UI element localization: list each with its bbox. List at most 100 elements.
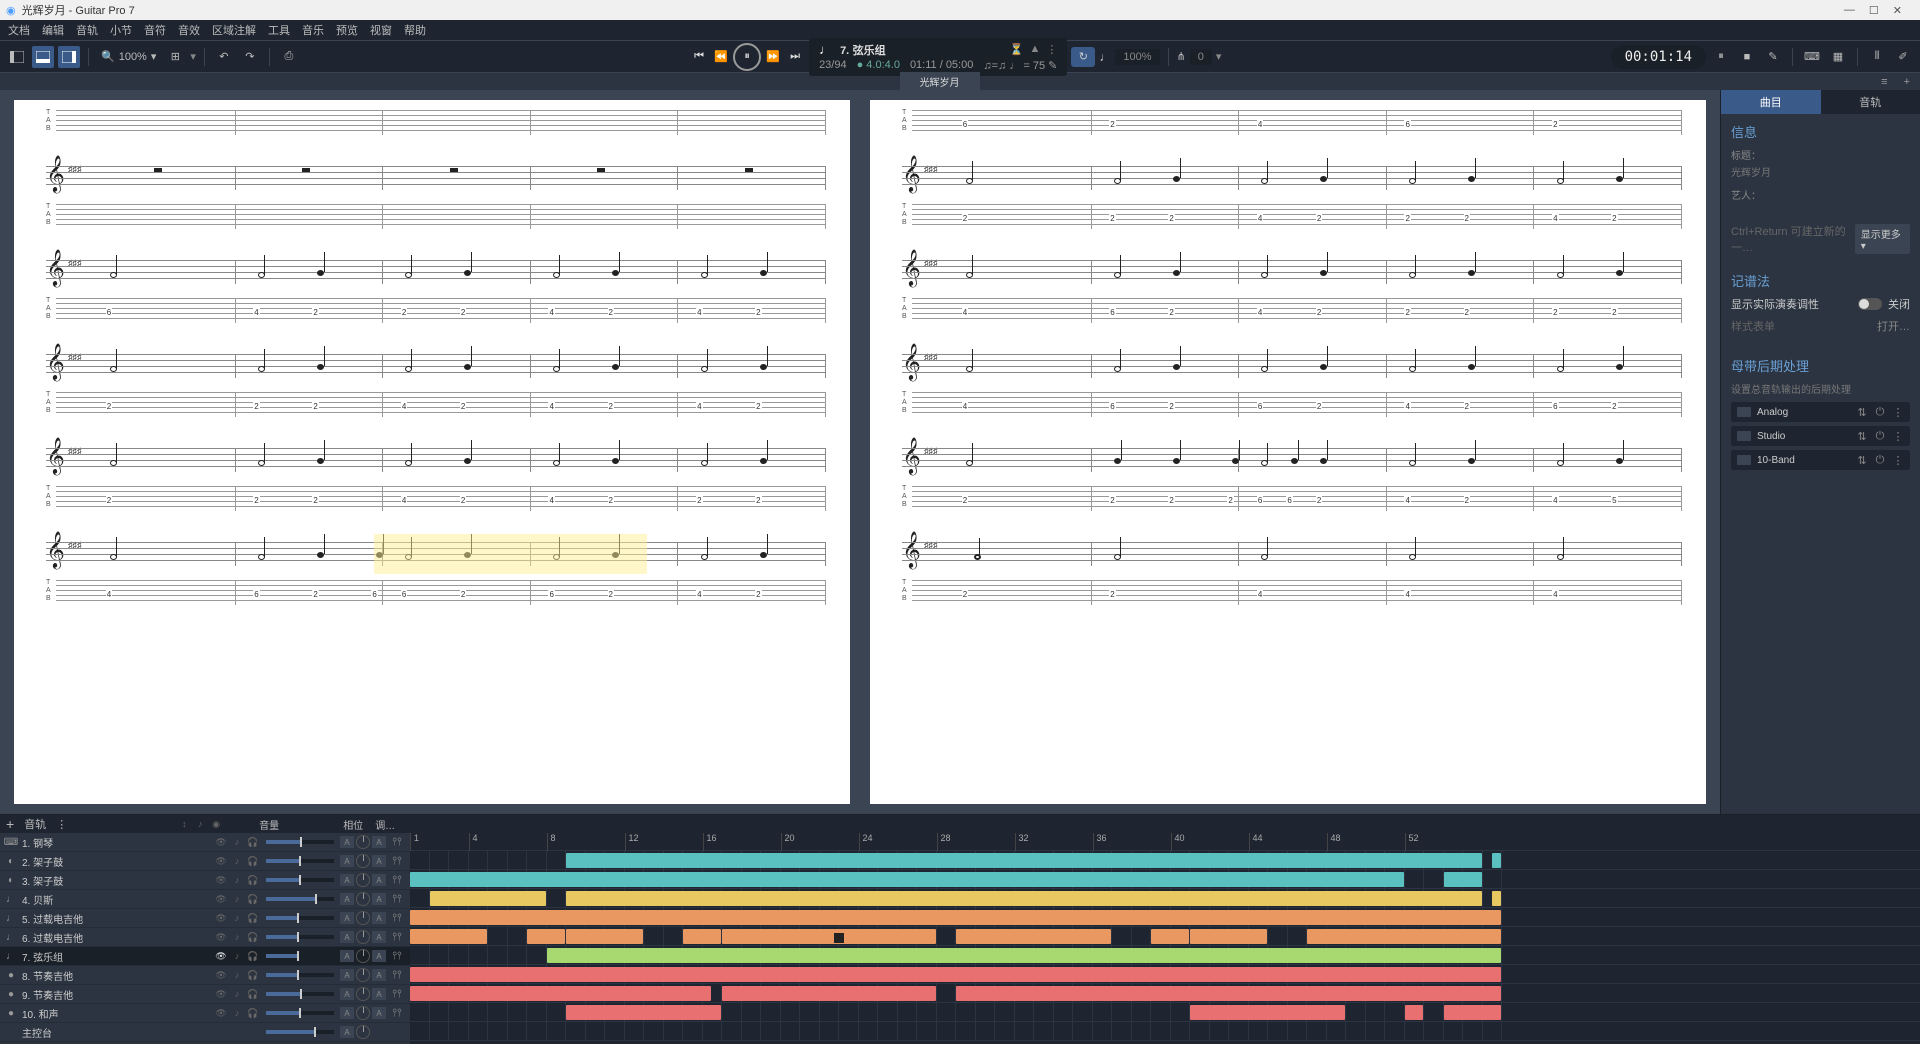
- menu-帮助[interactable]: 帮助: [404, 22, 426, 38]
- tab-fret-number[interactable]: 4: [401, 402, 407, 411]
- automation-button[interactable]: A: [372, 893, 386, 905]
- maximize-button[interactable]: ☐: [1869, 4, 1879, 17]
- volume-slider[interactable]: [266, 1011, 334, 1015]
- tab-fret-number[interactable]: 4: [1257, 214, 1263, 223]
- tab-fret-number[interactable]: 2: [460, 308, 466, 317]
- timeline-row[interactable]: [410, 889, 1920, 908]
- tuning-fork-icon[interactable]: ⋔: [1177, 50, 1186, 63]
- track-row[interactable]: ♩4. 贝斯👁♪🎧AA⫯⫯: [0, 890, 410, 909]
- collapse-icon[interactable]: ↕: [177, 817, 191, 831]
- automation-button[interactable]: A: [372, 931, 386, 943]
- tab-fret-number[interactable]: 2: [1611, 402, 1617, 411]
- tab-fret-number[interactable]: 2: [962, 590, 968, 599]
- playhead-marker[interactable]: [834, 933, 844, 943]
- clip[interactable]: [1444, 1005, 1502, 1020]
- tab-fret-number[interactable]: 2: [608, 402, 614, 411]
- tab-fret-number[interactable]: 2: [1168, 214, 1174, 223]
- menu-编辑[interactable]: 编辑: [42, 22, 64, 38]
- pan-knob[interactable]: [356, 835, 370, 849]
- tab-fret-number[interactable]: 2: [1168, 308, 1174, 317]
- tab-fret-number[interactable]: 2: [755, 402, 761, 411]
- timeline-row[interactable]: [410, 984, 1920, 1003]
- visibility-icon[interactable]: 👁: [214, 968, 228, 982]
- track-row[interactable]: ⌨1. 钢琴👁♪🎧AA⫯⫯: [0, 833, 410, 852]
- automation-button[interactable]: A: [372, 855, 386, 867]
- tab-fret-number[interactable]: 2: [1168, 496, 1174, 505]
- tab-fret-number[interactable]: 4: [1552, 496, 1558, 505]
- track-menu-button[interactable]: ⋮: [56, 818, 67, 831]
- tab-fret-number[interactable]: 2: [755, 308, 761, 317]
- mixer-icon[interactable]: ⫴: [1866, 46, 1888, 68]
- tab-fret-number[interactable]: 2: [1464, 214, 1470, 223]
- tab-fret-number[interactable]: 6: [106, 308, 112, 317]
- visibility-icon[interactable]: 👁: [214, 854, 228, 868]
- automation-button[interactable]: A: [372, 836, 386, 848]
- tab-fret-number[interactable]: 2: [962, 496, 968, 505]
- clip[interactable]: [410, 986, 711, 1001]
- clip[interactable]: [956, 986, 1501, 1001]
- add-track-button[interactable]: +: [6, 816, 14, 832]
- tab-fret-number[interactable]: 2: [312, 590, 318, 599]
- play-pause-button[interactable]: ⏸: [733, 43, 761, 71]
- clip[interactable]: [1190, 929, 1267, 944]
- tab-fret-number[interactable]: 6: [1257, 402, 1263, 411]
- eq-button[interactable]: ⫯⫯: [388, 836, 406, 848]
- tab-fret-number[interactable]: 2: [106, 496, 112, 505]
- more-icon[interactable]: ⋮: [1046, 43, 1057, 56]
- tab-fret-number[interactable]: 2: [608, 590, 614, 599]
- pan-knob[interactable]: [356, 911, 370, 925]
- solo-icon[interactable]: 🎧: [246, 911, 260, 925]
- clip[interactable]: [1151, 929, 1189, 944]
- panel-toggle-right[interactable]: [58, 46, 80, 68]
- automation-button[interactable]: A: [372, 1007, 386, 1019]
- tab-fret-number[interactable]: 2: [1109, 496, 1115, 505]
- add-tab-button[interactable]: +: [1898, 76, 1916, 88]
- clip[interactable]: [527, 929, 565, 944]
- eq-button[interactable]: ⫯⫯: [388, 1007, 406, 1019]
- tab-fret-number[interactable]: 2: [1464, 308, 1470, 317]
- title-value[interactable]: 光辉岁月: [1731, 164, 1910, 179]
- clip[interactable]: [410, 929, 487, 944]
- tab-fret-number[interactable]: 4: [1257, 308, 1263, 317]
- menu-音乐[interactable]: 音乐: [302, 22, 324, 38]
- solo-icon[interactable]: 🎧: [246, 873, 260, 887]
- show-tuning-toggle[interactable]: [1858, 298, 1882, 310]
- timeline-row[interactable]: [410, 851, 1920, 870]
- tab-fret-number[interactable]: 2: [312, 496, 318, 505]
- tab-fret-number[interactable]: 2: [755, 590, 761, 599]
- fx-power-icon[interactable]: ⏻: [1874, 406, 1886, 418]
- tab-fret-number[interactable]: 2: [755, 496, 761, 505]
- fx-updown-icon[interactable]: ⇅: [1856, 430, 1868, 442]
- mute-icon[interactable]: ♪: [230, 892, 244, 906]
- automation-button[interactable]: A: [372, 912, 386, 924]
- track-row[interactable]: ♩6. 过载电吉他👁♪🎧AA⫯⫯: [0, 928, 410, 947]
- fx-updown-icon[interactable]: ⇅: [1856, 454, 1868, 466]
- eq-button[interactable]: ⫯⫯: [388, 912, 406, 924]
- eq-button[interactable]: ⫯⫯: [388, 969, 406, 981]
- timeline-row[interactable]: [410, 1022, 1920, 1041]
- layout-button[interactable]: ⊞: [164, 46, 186, 68]
- tab-fret-number[interactable]: 6: [1552, 402, 1558, 411]
- visibility-icon[interactable]: 👁: [214, 987, 228, 1001]
- volume-slider[interactable]: [266, 954, 334, 958]
- document-tab[interactable]: 光辉岁月: [900, 72, 980, 91]
- mute-icon[interactable]: ♪: [230, 987, 244, 1001]
- mute-icon[interactable]: ♪: [230, 911, 244, 925]
- fx-more-icon[interactable]: ⋮: [1892, 430, 1904, 442]
- mute-header-icon[interactable]: ♪: [193, 817, 207, 831]
- mute-icon[interactable]: ♪: [230, 949, 244, 963]
- tab-fret-number[interactable]: 6: [1404, 120, 1410, 129]
- loop-button[interactable]: ↻: [1071, 47, 1095, 67]
- score-viewport[interactable]: TAB𝄞♯♯♯TAB𝄞♯♯♯TAB642224242𝄞♯♯♯TAB2224242…: [0, 90, 1720, 814]
- tab-fret-number[interactable]: 2: [1316, 496, 1322, 505]
- mute-icon[interactable]: ♪: [230, 835, 244, 849]
- menu-小节[interactable]: 小节: [110, 22, 132, 38]
- pan-knob[interactable]: [356, 1025, 370, 1039]
- eq-button[interactable]: ⫯⫯: [388, 893, 406, 905]
- tab-fret-number[interactable]: 2: [253, 496, 259, 505]
- playback-speed[interactable]: 100%: [1115, 49, 1159, 65]
- eq-button[interactable]: ⫯⫯: [388, 874, 406, 886]
- tab-fret-number[interactable]: 2: [106, 402, 112, 411]
- stop-button[interactable]: ■: [1736, 46, 1758, 68]
- tab-fret-number[interactable]: 2: [696, 496, 702, 505]
